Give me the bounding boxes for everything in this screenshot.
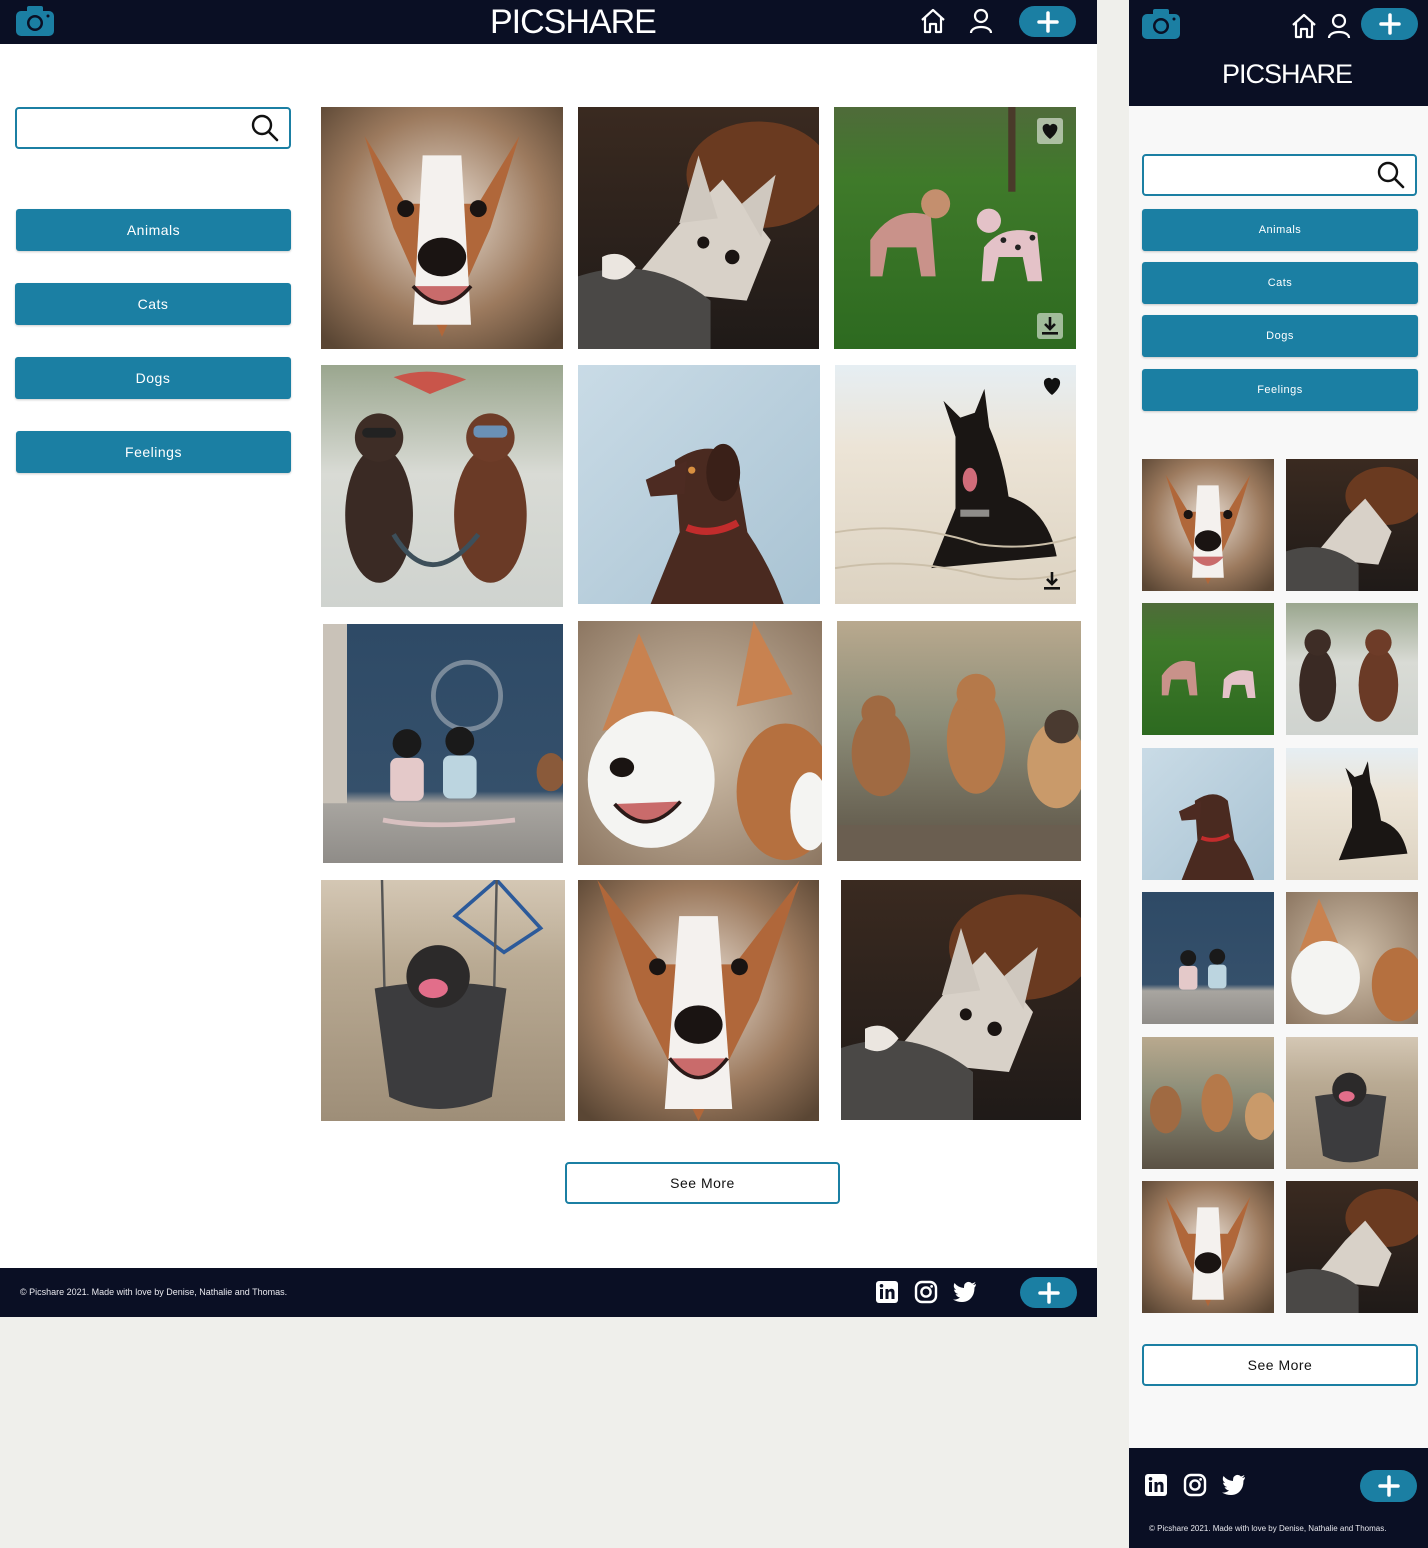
twitter-icon[interactable] bbox=[952, 1280, 978, 1304]
search-icon[interactable] bbox=[251, 114, 279, 142]
photo-dog-face-closeup[interactable] bbox=[321, 107, 563, 349]
photo-boston-terriers-in-sweaters[interactable] bbox=[1142, 892, 1274, 1024]
photo-three-puppies[interactable] bbox=[837, 621, 1081, 861]
search-input[interactable] bbox=[1144, 156, 1395, 194]
see-more-button[interactable]: See More bbox=[565, 1162, 840, 1204]
photo-husky-puppy-on-couch[interactable] bbox=[1286, 1181, 1418, 1313]
user-icon[interactable] bbox=[967, 7, 995, 35]
heart-icon[interactable] bbox=[1037, 118, 1063, 144]
mobile-frame: PICSHARE Animals Cats Dogs Feelings See … bbox=[1129, 0, 1428, 1548]
category-cats-button[interactable]: Cats bbox=[15, 283, 291, 325]
plus-icon bbox=[1378, 13, 1401, 35]
photo-shepherd-on-beach[interactable] bbox=[1286, 748, 1418, 880]
photo-corgi-selfie[interactable] bbox=[578, 621, 822, 865]
add-photo-button[interactable] bbox=[1020, 1277, 1077, 1308]
category-cats-button[interactable]: Cats bbox=[1142, 262, 1418, 304]
see-more-button[interactable]: See More bbox=[1142, 1344, 1418, 1386]
instagram-icon[interactable] bbox=[914, 1280, 938, 1304]
search-field[interactable] bbox=[1142, 154, 1417, 196]
header: PICSHARE bbox=[1129, 0, 1428, 106]
category-animals-button[interactable]: Animals bbox=[1142, 209, 1418, 251]
photo-three-puppies[interactable] bbox=[1142, 1037, 1274, 1169]
header: PICSHARE bbox=[0, 0, 1097, 44]
footer: © Picshare 2021. Made with love by Denis… bbox=[1129, 1448, 1428, 1548]
camera-icon[interactable] bbox=[1142, 9, 1180, 39]
search-input[interactable] bbox=[17, 109, 269, 147]
category-feelings-button[interactable]: Feelings bbox=[16, 431, 291, 473]
photo-pug-in-swing[interactable] bbox=[321, 880, 565, 1121]
search-icon[interactable] bbox=[1377, 161, 1405, 189]
add-photo-button[interactable] bbox=[1019, 6, 1076, 37]
plus-icon bbox=[1036, 10, 1059, 33]
copyright-text: © Picshare 2021. Made with love by Denis… bbox=[20, 1287, 288, 1297]
photo-husky-puppy-on-couch[interactable] bbox=[841, 880, 1081, 1120]
photo-poodles-with-sunglasses[interactable] bbox=[1286, 603, 1418, 735]
camera-icon[interactable] bbox=[16, 6, 54, 36]
photo-dog-face-closeup[interactable] bbox=[578, 880, 819, 1121]
photo-corgi-selfie[interactable] bbox=[1286, 892, 1418, 1024]
instagram-icon[interactable] bbox=[1183, 1473, 1207, 1497]
add-photo-button[interactable] bbox=[1360, 1470, 1417, 1502]
photo-husky-puppy-on-couch[interactable] bbox=[578, 107, 819, 349]
category-animals-button[interactable]: Animals bbox=[16, 209, 291, 251]
linkedin-icon[interactable] bbox=[875, 1280, 899, 1304]
photo-husky-puppy-on-couch[interactable] bbox=[1286, 459, 1418, 591]
photo-dog-face-closeup[interactable] bbox=[1142, 1181, 1274, 1313]
category-feelings-button[interactable]: Feelings bbox=[1142, 369, 1418, 411]
photo-two-dogs-on-grass[interactable] bbox=[1142, 603, 1274, 735]
heart-icon[interactable] bbox=[1039, 373, 1065, 399]
photo-brown-labrador[interactable] bbox=[1142, 748, 1274, 880]
photo-brown-labrador[interactable] bbox=[578, 365, 820, 604]
category-dogs-button[interactable]: Dogs bbox=[15, 357, 291, 399]
desktop-frame: PICSHARE Animals Cats Dogs Feelings See … bbox=[0, 0, 1097, 1317]
twitter-icon[interactable] bbox=[1221, 1473, 1247, 1497]
photo-poodles-with-sunglasses[interactable] bbox=[321, 365, 563, 607]
plus-icon bbox=[1377, 1475, 1400, 1497]
home-icon[interactable] bbox=[919, 7, 947, 35]
photo-pug-in-swing[interactable] bbox=[1286, 1037, 1418, 1169]
category-dogs-button[interactable]: Dogs bbox=[1142, 315, 1418, 357]
copyright-text: © Picshare 2021. Made with love by Denis… bbox=[1149, 1524, 1387, 1533]
download-icon[interactable] bbox=[1039, 568, 1065, 594]
footer: © Picshare 2021. Made with love by Denis… bbox=[0, 1268, 1097, 1317]
brand-logo[interactable]: PICSHARE bbox=[490, 5, 657, 39]
user-icon[interactable] bbox=[1325, 12, 1353, 40]
home-icon[interactable] bbox=[1290, 12, 1318, 40]
linkedin-icon[interactable] bbox=[1144, 1473, 1168, 1497]
photo-boston-terriers-in-sweaters[interactable] bbox=[323, 624, 563, 863]
brand-logo[interactable]: PICSHARE bbox=[1222, 61, 1353, 88]
search-field[interactable] bbox=[15, 107, 291, 149]
photo-dog-face-closeup[interactable] bbox=[1142, 459, 1274, 591]
plus-icon bbox=[1037, 1281, 1060, 1304]
add-photo-button[interactable] bbox=[1361, 8, 1418, 40]
download-icon[interactable] bbox=[1037, 313, 1063, 339]
